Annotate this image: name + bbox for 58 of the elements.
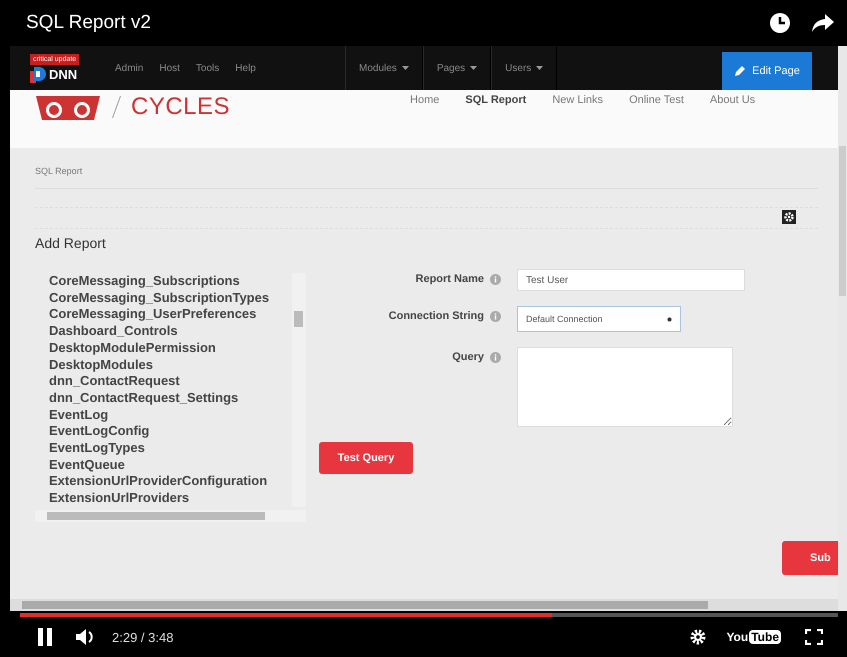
table-list-item[interactable]: ExtensionUrlProviderConfiguration bbox=[49, 473, 292, 490]
field-label: Query bbox=[452, 351, 484, 363]
test-query-button[interactable]: Test Query bbox=[319, 442, 413, 474]
caret-icon bbox=[667, 316, 672, 322]
dnn-logo-icon bbox=[30, 66, 46, 82]
submit-button[interactable]: Sub bbox=[782, 541, 838, 575]
admin-menu-link[interactable]: Host bbox=[159, 62, 180, 74]
vertical-scrollbar[interactable] bbox=[292, 273, 306, 507]
table-list-item[interactable]: ExtensionUrlProviders bbox=[49, 490, 292, 507]
section-title: Add Report bbox=[35, 235, 107, 251]
nav-link[interactable]: Online Test bbox=[629, 94, 684, 106]
nav-link[interactable]: New Links bbox=[552, 94, 604, 106]
table-list-item[interactable]: EventLogTypes bbox=[49, 440, 292, 457]
pencil-icon bbox=[734, 65, 746, 77]
table-list-item[interactable]: EventQueue bbox=[49, 456, 292, 474]
info-icon[interactable] bbox=[490, 310, 501, 322]
page-vertical-scrollbar[interactable] bbox=[838, 46, 847, 611]
video-time: 2:29 / 3:48 bbox=[112, 630, 174, 644]
horizontal-scrollbar[interactable] bbox=[35, 510, 306, 522]
nav-link[interactable]: SQL Report bbox=[465, 94, 526, 106]
table-list-item[interactable]: EventLog bbox=[49, 406, 292, 424]
settings-icon[interactable] bbox=[782, 210, 796, 224]
query-field[interactable] bbox=[517, 347, 733, 427]
settings-icon[interactable] bbox=[690, 629, 706, 645]
table-list-item[interactable]: EventLogConfig bbox=[49, 423, 292, 440]
field-label: Report Name bbox=[416, 273, 484, 285]
table-list-item[interactable]: Dashboard_Controls bbox=[49, 323, 292, 340]
caret-icon bbox=[536, 66, 544, 70]
info-icon[interactable] bbox=[490, 352, 501, 362]
table-list-item[interactable]: DesktopModulePermission bbox=[49, 340, 292, 357]
field-label: Connection String bbox=[388, 310, 484, 322]
table-list-item[interactable]: CoreMessaging_SubscriptionTypes bbox=[49, 290, 292, 306]
breadcrumb[interactable]: SQL Report bbox=[35, 166, 838, 176]
edit-page-button[interactable]: Edit Page bbox=[722, 52, 812, 90]
table-list-item[interactable]: dnn_ContactRequest_Settings bbox=[49, 390, 292, 407]
connection-dropdown[interactable]: Default Connection bbox=[517, 306, 681, 332]
share-arrow-icon[interactable] bbox=[811, 13, 835, 33]
caret-icon bbox=[470, 66, 478, 70]
page-scrollbar[interactable] bbox=[10, 599, 838, 611]
logo-text[interactable]: CYCLES bbox=[131, 93, 230, 121]
info-icon[interactable] bbox=[490, 274, 501, 284]
report-name-field[interactable]: Test User bbox=[517, 269, 745, 291]
clock-icon[interactable] bbox=[769, 12, 791, 34]
admin-menu-link[interactable]: Tools bbox=[196, 62, 220, 74]
nav-link[interactable]: About Us bbox=[710, 94, 756, 106]
nav-link[interactable]: Home bbox=[410, 94, 440, 106]
table-list-item[interactable]: CoreMessaging_UserPreferences bbox=[49, 306, 292, 324]
video-title[interactable]: SQL Report v2 bbox=[26, 12, 151, 34]
video-progress-bar[interactable] bbox=[20, 613, 838, 617]
fullscreen-icon[interactable] bbox=[805, 629, 823, 645]
table-list-item[interactable]: DesktopModules bbox=[49, 356, 292, 374]
table-list-item[interactable]: CoreMessaging_Subscriptions bbox=[49, 273, 292, 290]
admin-menu-link[interactable]: Admin bbox=[115, 62, 144, 74]
admin-menu-link[interactable]: Help bbox=[235, 62, 256, 74]
table-list-item[interactable]: dnn_ContactRequest bbox=[49, 373, 292, 390]
dnn-logo-text[interactable]: DNN bbox=[49, 67, 78, 82]
pause-icon[interactable] bbox=[38, 628, 52, 646]
caret-icon bbox=[402, 66, 409, 70]
